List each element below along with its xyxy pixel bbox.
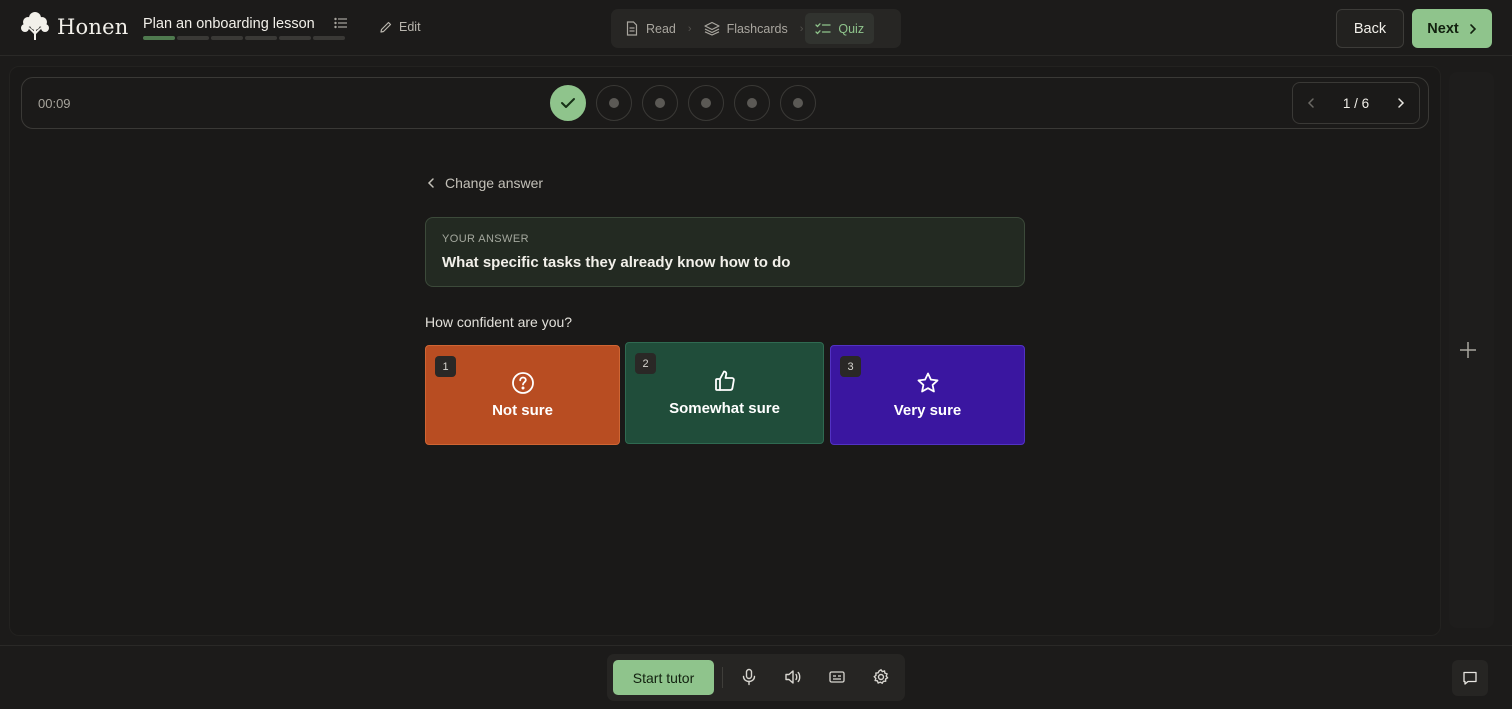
- confidence-label: Not sure: [492, 402, 553, 419]
- list-menu-icon[interactable]: [334, 16, 348, 30]
- start-tutor-button[interactable]: Start tutor: [613, 660, 714, 695]
- edit-button[interactable]: Edit: [379, 20, 421, 34]
- tab-read-label: Read: [646, 21, 676, 36]
- chat-button[interactable]: [1452, 660, 1488, 696]
- chevron-left-icon[interactable]: [1307, 97, 1315, 109]
- question-steps: [550, 85, 816, 121]
- step-indicator[interactable]: [734, 85, 770, 121]
- progress-segment: [245, 36, 277, 40]
- progress-segment: [177, 36, 209, 40]
- chevron-right-icon: ›: [799, 22, 804, 35]
- change-answer-label: Change answer: [445, 175, 544, 191]
- document-icon: [625, 21, 639, 36]
- brand-name: Honen: [57, 15, 129, 39]
- shortcut-key-badge: 3: [840, 356, 861, 377]
- tab-quiz-label: Quiz: [838, 21, 865, 36]
- confidence-very-sure-button[interactable]: 3 Very sure: [830, 345, 1025, 445]
- step-dot: [655, 98, 665, 108]
- tree-logo-icon: [19, 12, 51, 42]
- back-button[interactable]: Back: [1336, 9, 1404, 48]
- step-dot: [793, 98, 803, 108]
- next-label: Next: [1427, 20, 1459, 37]
- step-indicator-done[interactable]: [550, 85, 586, 121]
- shortcut-key-badge: 1: [435, 356, 456, 377]
- confidence-somewhat-sure-button[interactable]: 2 Somewhat sure: [625, 342, 824, 444]
- captions-icon[interactable]: [828, 668, 846, 686]
- step-dot: [701, 98, 711, 108]
- confidence-label: Somewhat sure: [669, 400, 780, 417]
- change-answer-link[interactable]: Change answer: [427, 175, 543, 191]
- next-button[interactable]: Next: [1412, 9, 1492, 48]
- step-dot: [747, 98, 757, 108]
- edit-label: Edit: [399, 20, 421, 34]
- check-icon: [560, 96, 576, 110]
- step-indicator[interactable]: [642, 85, 678, 121]
- chevron-right-icon: ›: [687, 22, 692, 35]
- step-dot: [609, 98, 619, 108]
- checklist-icon: [815, 22, 832, 36]
- tab-read[interactable]: Read: [615, 13, 686, 44]
- chevron-right-icon[interactable]: [1397, 97, 1405, 109]
- step-indicator[interactable]: [780, 85, 816, 121]
- step-indicator[interactable]: [596, 85, 632, 121]
- progress-segment: [211, 36, 243, 40]
- tab-quiz[interactable]: Quiz: [805, 13, 875, 44]
- question-circle-icon: [511, 371, 535, 395]
- tab-flashcards[interactable]: Flashcards: [694, 13, 798, 44]
- pager-count: 1 / 6: [1342, 95, 1370, 111]
- top-bar: Honen Plan an onboarding lesson Edit Rea…: [0, 0, 1512, 56]
- mode-switcher: Read › Flashcards › Quiz: [611, 9, 901, 48]
- back-label: Back: [1353, 20, 1387, 37]
- lesson-title-block: Plan an onboarding lesson: [143, 15, 315, 33]
- shortcut-key-badge: 2: [635, 353, 656, 374]
- answer-text: What specific tasks they already know ho…: [442, 254, 791, 271]
- start-tutor-label: Start tutor: [632, 669, 695, 686]
- question-pager: 1 / 6: [1292, 82, 1420, 124]
- microphone-icon[interactable]: [740, 668, 758, 686]
- speaker-icon[interactable]: [784, 668, 802, 686]
- star-icon: [916, 371, 940, 395]
- gear-icon[interactable]: [872, 668, 890, 686]
- confidence-not-sure-button[interactable]: 1 Not sure: [425, 345, 620, 445]
- step-indicator[interactable]: [688, 85, 724, 121]
- timer: 00:09: [38, 96, 71, 111]
- brand-logo[interactable]: Honen: [19, 12, 128, 42]
- plus-icon[interactable]: [1458, 340, 1478, 360]
- tab-flashcards-label: Flashcards: [726, 21, 788, 36]
- thumbs-up-icon: [713, 369, 737, 393]
- progress-segment: [313, 36, 345, 40]
- chat-bubble-icon: [1462, 670, 1478, 686]
- lesson-progress: [143, 36, 345, 40]
- progress-segment: [143, 36, 175, 40]
- lesson-title: Plan an onboarding lesson: [143, 16, 315, 32]
- confidence-label: Very sure: [893, 402, 962, 419]
- toolbar-divider: [722, 667, 723, 688]
- pencil-icon: [379, 20, 393, 34]
- answer-heading: YOUR ANSWER: [442, 233, 529, 245]
- progress-segment: [279, 36, 311, 40]
- chevron-left-icon: [427, 177, 435, 189]
- chevron-right-icon: [1469, 23, 1477, 35]
- confidence-question: How confident are you?: [425, 314, 573, 330]
- layers-icon: [703, 21, 720, 36]
- your-answer-card: YOUR ANSWER What specific tasks they alr…: [425, 217, 1025, 287]
